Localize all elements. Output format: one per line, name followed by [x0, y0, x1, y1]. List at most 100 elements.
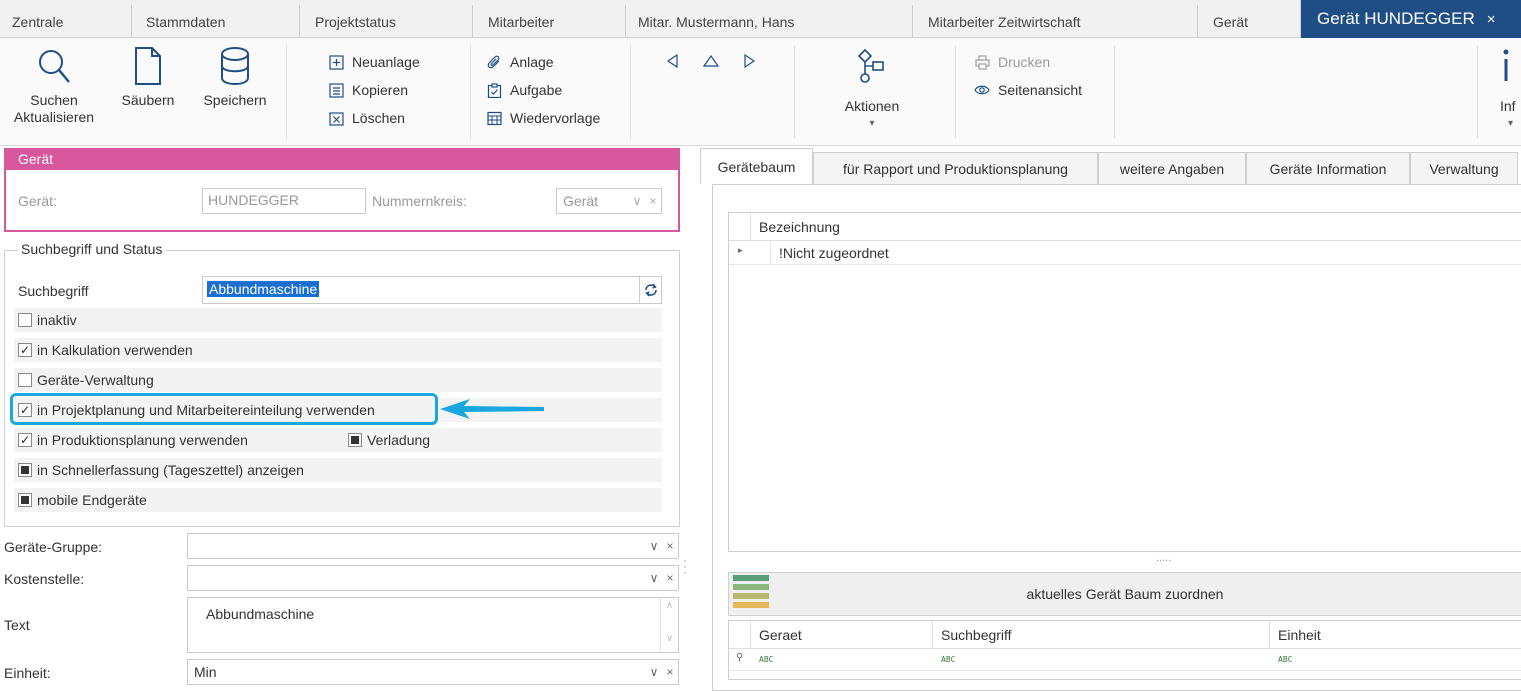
checkbox-row-schnellerfassung[interactable]: in Schnellerfassung (Tageszettel) anzeig…: [14, 458, 662, 482]
refresh-icon[interactable]: [639, 277, 661, 303]
info-button[interactable]: Inf ▾: [1500, 48, 1521, 132]
einheit-value: Min: [194, 664, 217, 680]
workflow-icon: [857, 48, 884, 83]
checkbox-inaktiv[interactable]: [18, 313, 32, 327]
geraet-label: Gerät:: [18, 193, 57, 209]
geraete-gruppe-select[interactable]: ∨ ×: [187, 533, 679, 559]
checkbox-row-produktionsplanung[interactable]: ✓ in Produktionsplanung verwenden Verladu…: [14, 428, 662, 452]
tab-mitarbeiter[interactable]: Mitarbeiter: [472, 5, 625, 38]
tab-geraet[interactable]: Gerät: [1197, 5, 1300, 38]
print-button[interactable]: Drucken: [974, 54, 1050, 70]
checkbox-verladung[interactable]: [348, 433, 362, 447]
close-icon[interactable]: ×: [645, 194, 661, 208]
close-icon[interactable]: ×: [662, 665, 678, 679]
checkbox-row-mobile[interactable]: mobile Endgeräte: [14, 488, 662, 512]
page-preview-button[interactable]: Seitenansicht: [974, 82, 1082, 98]
tab-geraetebaum[interactable]: Gerätebaum: [700, 148, 813, 184]
database-save-icon: [221, 47, 249, 85]
tab-zentrale[interactable]: Zentrale: [0, 5, 131, 38]
text-filter-icon[interactable]: ABC: [759, 655, 773, 664]
column-header-suchbegriff[interactable]: Suchbegriff: [933, 621, 1270, 649]
close-icon[interactable]: ×: [662, 539, 678, 553]
nummernkreis-value: Gerät: [563, 193, 599, 209]
save-button[interactable]: Speichern: [197, 46, 273, 109]
geraet-field[interactable]: HUNDEGGER: [202, 188, 366, 214]
delete-button[interactable]: Löschen: [328, 110, 405, 126]
checkbox-row-geraete-verwaltung[interactable]: Geräte-Verwaltung: [14, 368, 662, 392]
search-term-field[interactable]: Abbundmaschine: [202, 276, 662, 304]
tree-row[interactable]: ▸ !Nicht zugeordnet: [729, 241, 1521, 265]
copy-button[interactable]: Kopieren: [328, 82, 408, 98]
chevron-down-icon[interactable]: ∨: [629, 194, 645, 208]
verladung-option[interactable]: Verladung: [344, 432, 430, 448]
chevron-down-icon[interactable]: ∨: [646, 665, 662, 679]
follow-up-button[interactable]: Wiedervorlage: [486, 110, 600, 126]
ribbon-separator: [630, 46, 631, 138]
checkbox-row-kalkulation[interactable]: ✓ in Kalkulation verwenden: [14, 338, 662, 362]
checkbox-schnellerfassung[interactable]: [18, 463, 32, 477]
column-header-label: Geraet: [759, 626, 802, 643]
column-header-bezeichnung[interactable]: Bezeichnung: [751, 213, 1521, 241]
attachment-button[interactable]: Anlage: [486, 54, 554, 70]
up-record-button[interactable]: [703, 54, 719, 68]
clear-label: Säubern: [121, 92, 175, 108]
actions-label: Aktionen: [844, 98, 900, 114]
close-icon[interactable]: ×: [662, 571, 678, 585]
previous-record-button[interactable]: [666, 54, 680, 68]
close-tab-icon[interactable]: ×: [1487, 11, 1496, 28]
assign-tree-label: aktuelles Gerät Baum zuordnen: [1026, 586, 1224, 602]
tab-label: Geräte Information: [1269, 160, 1387, 177]
search-term-value: Abbundmaschine: [207, 281, 320, 297]
chevron-down-icon[interactable]: ∨: [646, 539, 662, 553]
tab-weitere-angaben[interactable]: weitere Angaben: [1098, 152, 1246, 184]
tab-verwaltung[interactable]: Verwaltung: [1410, 152, 1518, 184]
triangle-up-icon: [703, 54, 719, 67]
eye-icon: [974, 82, 990, 98]
column-header-label: Bezeichnung: [759, 218, 840, 235]
checkbox-label: in Kalkulation verwenden: [37, 342, 193, 358]
assign-tree-button[interactable]: aktuelles Gerät Baum zuordnen: [728, 572, 1521, 616]
nummernkreis-select[interactable]: Gerät ∨ ×: [556, 188, 662, 214]
next-record-button[interactable]: [742, 54, 756, 68]
task-button[interactable]: Aufgabe: [486, 82, 562, 98]
chevron-down-icon[interactable]: ∨: [646, 571, 662, 585]
checkbox-kalkulation[interactable]: ✓: [18, 343, 32, 357]
clipboard-task-icon: [486, 82, 502, 98]
checkbox-produktionsplanung[interactable]: ✓: [18, 433, 32, 447]
clear-button[interactable]: Säubern: [118, 46, 178, 109]
tab-label: für Rapport und Produktionsplanung: [843, 160, 1068, 177]
tab-label: Gerät: [1213, 13, 1249, 30]
checkbox-geraete-verwaltung[interactable]: [18, 373, 32, 387]
tab-label: Mitarbeiter: [488, 13, 555, 30]
filter-row[interactable]: ⚲ ABC ABC ABC: [729, 649, 1521, 671]
expand-arrow-icon[interactable]: ▸: [738, 245, 743, 256]
tab-geraete-information[interactable]: Geräte Information: [1246, 152, 1410, 184]
text-label: Text: [4, 617, 30, 633]
tab-stammdaten[interactable]: Stammdaten: [131, 5, 299, 38]
text-filter-icon[interactable]: ABC: [1278, 655, 1292, 664]
checkbox-row-inaktiv[interactable]: inaktiv: [14, 308, 662, 332]
delete-label: Löschen: [352, 110, 405, 126]
search-icon: [39, 50, 70, 83]
splitter-handle-icon[interactable]: · · ·: [683, 554, 687, 578]
search-refresh-button[interactable]: Suchen Aktualisieren: [12, 46, 96, 126]
tab-geraet-hundegger[interactable]: Gerät HUNDEGGER ×: [1300, 0, 1521, 38]
column-header-einheit[interactable]: Einheit: [1270, 621, 1521, 649]
kostenstelle-select[interactable]: ∨ ×: [187, 565, 679, 591]
textarea-scrollbar[interactable]: ∧ ∨: [660, 598, 678, 652]
text-area[interactable]: Abbundmaschine ∧ ∨: [187, 597, 679, 653]
tab-mitarbeiter-zeitwirtschaft[interactable]: Mitarbeiter Zeitwirtschaft: [912, 5, 1197, 38]
einheit-select[interactable]: Min ∨ ×: [187, 659, 679, 685]
column-header-geraet[interactable]: Geraet: [751, 621, 933, 649]
checkbox-mobile[interactable]: [18, 493, 32, 507]
document-tab-bar: Zentrale Stammdaten Projektstatus Mitarb…: [0, 0, 1521, 38]
splitter-handle-icon[interactable]: .....: [1156, 552, 1171, 564]
actions-button[interactable]: Aktionen ▾: [832, 48, 912, 132]
checkbox-label: in Schnellerfassung (Tageszettel) anzeig…: [37, 462, 304, 478]
tab-label: Verwaltung: [1429, 160, 1499, 177]
tab-projektstatus[interactable]: Projektstatus: [299, 5, 472, 38]
text-filter-icon[interactable]: ABC: [941, 655, 955, 664]
tab-rapport-produktionsplanung[interactable]: für Rapport und Produktionsplanung: [813, 152, 1098, 184]
tab-mitarbeiter-mustermann[interactable]: Mitar. Mustermann, Hans: [625, 5, 912, 38]
new-record-button[interactable]: Neuanlage: [328, 54, 420, 70]
